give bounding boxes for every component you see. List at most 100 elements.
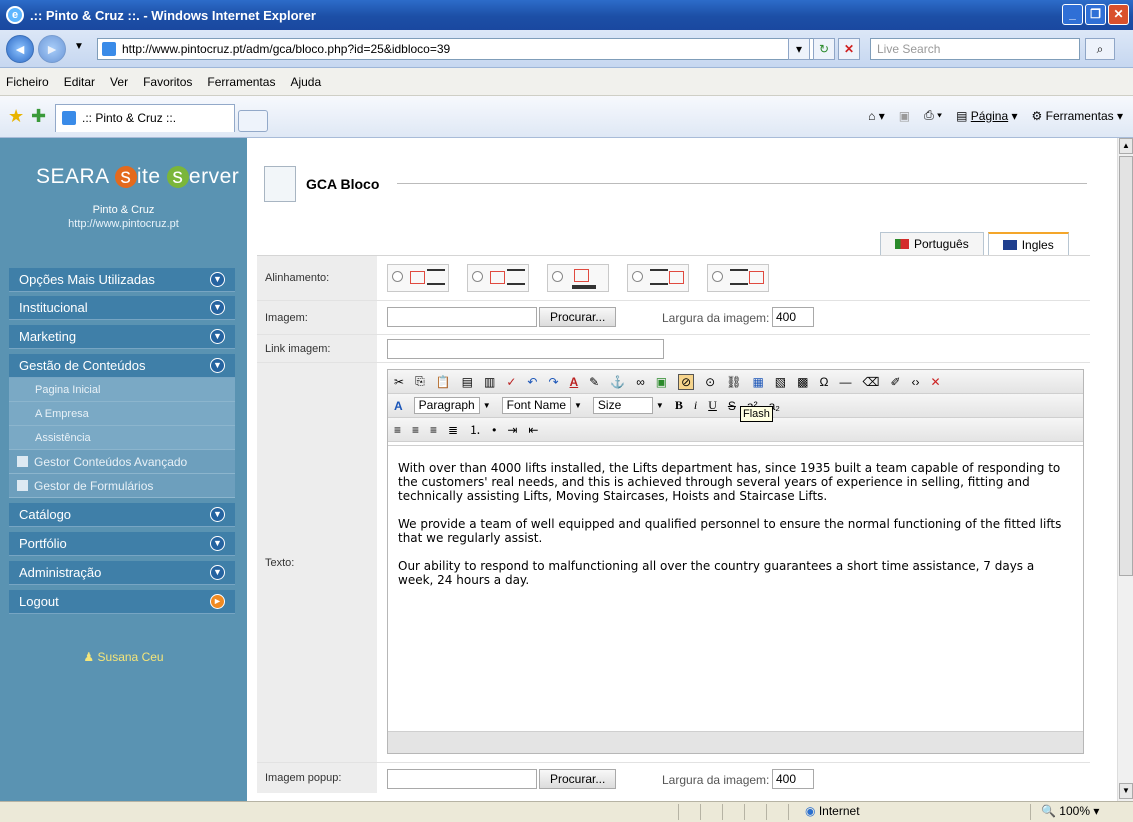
- submenu-a-empresa[interactable]: A Empresa: [9, 402, 235, 426]
- print-icon[interactable]: ⎙ ▾: [924, 108, 942, 123]
- underline-icon[interactable]: U: [708, 398, 717, 413]
- favorites-center-icon[interactable]: ★: [8, 106, 24, 127]
- menu-favoritos[interactable]: Favoritos: [143, 75, 192, 89]
- menu-opcoes[interactable]: Opções Mais Utilizadas ▼: [9, 268, 235, 292]
- menu-institucional[interactable]: Institucional ▼: [9, 296, 235, 320]
- ordered-list-icon[interactable]: ⒈: [469, 421, 481, 438]
- format-dropdown-icon[interactable]: ▼: [483, 401, 491, 410]
- feeds-icon[interactable]: ▣: [899, 109, 910, 123]
- minimize-button[interactable]: _: [1062, 4, 1083, 25]
- align-left-icon[interactable]: ≡: [394, 423, 401, 437]
- font-select[interactable]: Font Name: [501, 397, 571, 414]
- strike-icon[interactable]: S: [728, 399, 736, 413]
- remove-format-icon[interactable]: ✕: [931, 375, 941, 389]
- largura-popup-input[interactable]: [772, 769, 814, 789]
- submenu-gestor-formularios[interactable]: Gestor de Formulários: [9, 474, 235, 498]
- procurar-popup-button[interactable]: Procurar...: [539, 769, 617, 789]
- history-dropdown-icon[interactable]: ▼: [74, 41, 84, 52]
- menu-ficheiro[interactable]: Ficheiro: [6, 75, 49, 89]
- align-option-1[interactable]: [387, 264, 449, 292]
- clean-icon[interactable]: ✐: [890, 375, 900, 389]
- restore-button[interactable]: ❐: [1085, 4, 1106, 25]
- anchor-icon[interactable]: ⚓: [610, 375, 625, 389]
- security-zone[interactable]: ◉ Internet: [788, 804, 1028, 820]
- scroll-down-icon[interactable]: ▼: [1119, 783, 1133, 799]
- refresh-icon[interactable]: ↻: [813, 38, 835, 60]
- menu-portfolio[interactable]: Portfólio ▼: [9, 532, 235, 556]
- stop-icon[interactable]: ✕: [838, 38, 860, 60]
- menu-ajuda[interactable]: Ajuda: [290, 75, 321, 89]
- paste-icon[interactable]: 📋: [436, 375, 451, 389]
- edit-table-icon[interactable]: ▧: [775, 375, 786, 389]
- align-justify-icon[interactable]: ≣: [448, 423, 458, 437]
- editor-content-area[interactable]: With over than 4000 lifts installed, the…: [388, 445, 1083, 730]
- largura-input[interactable]: [772, 307, 814, 327]
- back-button[interactable]: ◄: [6, 35, 34, 63]
- align-option-4[interactable]: [627, 264, 689, 292]
- paste-word-icon[interactable]: ▥: [484, 375, 495, 389]
- font-dropdown-icon[interactable]: ▼: [574, 401, 582, 410]
- align-option-2[interactable]: [467, 264, 529, 292]
- image-icon[interactable]: ▣: [656, 375, 667, 389]
- special-char-icon[interactable]: Ω: [819, 375, 828, 389]
- new-tab-button[interactable]: [238, 110, 268, 132]
- user-name[interactable]: ♟ Susana Ceu: [0, 650, 247, 664]
- eraser-icon[interactable]: ⌫: [862, 375, 879, 389]
- menu-editar[interactable]: Editar: [64, 75, 95, 89]
- size-select[interactable]: Size: [592, 397, 653, 414]
- horizontal-rule-icon[interactable]: —: [839, 375, 851, 389]
- scroll-thumb[interactable]: [1119, 156, 1133, 576]
- bold-icon[interactable]: B: [675, 398, 683, 413]
- font-color-icon[interactable]: A: [570, 375, 579, 389]
- search-input[interactable]: Live Search: [870, 38, 1080, 60]
- submenu-pagina-inicial[interactable]: Pagina Inicial: [9, 378, 235, 402]
- unlink-icon[interactable]: ⛓: [726, 375, 741, 389]
- redo-icon[interactable]: ↷: [548, 375, 558, 389]
- menu-gestao-conteudos[interactable]: Gestão de Conteúdos ▼: [9, 354, 235, 378]
- size-dropdown-icon[interactable]: ▼: [656, 401, 664, 410]
- unordered-list-icon[interactable]: •: [492, 423, 496, 437]
- menu-marketing[interactable]: Marketing ▼: [9, 325, 235, 349]
- tools-menu[interactable]: ⚙ Ferramentas ▾: [1032, 109, 1123, 123]
- menu-catalogo[interactable]: Catálogo ▼: [9, 503, 235, 527]
- add-favorites-icon[interactable]: ✚: [31, 106, 46, 127]
- zoom-control[interactable]: 🔍 100% ▾: [1030, 804, 1130, 820]
- menu-ver[interactable]: Ver: [110, 75, 128, 89]
- media-icon[interactable]: ⊙: [705, 375, 715, 389]
- address-input[interactable]: http://www.pintocruz.pt/adm/gca/bloco.ph…: [97, 38, 832, 60]
- menu-logout[interactable]: Logout ►: [9, 590, 235, 614]
- submenu-assistencia[interactable]: Assistência: [9, 426, 235, 450]
- link-imagem-input[interactable]: [387, 339, 664, 359]
- imagem-popup-file-input[interactable]: [387, 769, 537, 789]
- page-menu[interactable]: ▤ Página ▾: [956, 109, 1017, 123]
- tab-portugues[interactable]: Português: [880, 232, 984, 256]
- grid-icon[interactable]: ▩: [797, 375, 808, 389]
- align-right-icon[interactable]: ≡: [430, 423, 437, 437]
- procurar-button[interactable]: Procurar...: [539, 307, 617, 327]
- close-button[interactable]: ✕: [1108, 4, 1129, 25]
- spellcheck-icon[interactable]: ✓: [506, 375, 516, 389]
- submenu-gestor-avancado[interactable]: Gestor Conteúdos Avançado: [9, 450, 235, 474]
- forward-button[interactable]: ►: [38, 35, 66, 63]
- indent-icon[interactable]: ⇥: [507, 423, 517, 437]
- align-option-3[interactable]: [547, 264, 609, 292]
- flash-icon[interactable]: ⊘: [678, 373, 695, 390]
- outdent-icon[interactable]: ⇤: [528, 423, 538, 437]
- copy-icon[interactable]: ⎘: [415, 374, 425, 389]
- style-icon[interactable]: A: [394, 399, 403, 413]
- table-icon[interactable]: ▦: [752, 375, 763, 389]
- format-select[interactable]: Paragraph: [413, 397, 480, 414]
- cut-icon[interactable]: ✂: [394, 375, 404, 389]
- undo-icon[interactable]: ↶: [527, 375, 537, 389]
- address-dropdown-icon[interactable]: ▾: [788, 38, 810, 60]
- paste-text-icon[interactable]: ▤: [462, 375, 473, 389]
- link-icon[interactable]: ∞: [636, 375, 645, 389]
- browser-tab[interactable]: .:: Pinto & Cruz ::.: [55, 104, 235, 132]
- imagem-file-input[interactable]: [387, 307, 537, 327]
- search-icon[interactable]: ⌕: [1085, 38, 1115, 60]
- home-icon[interactable]: ⌂ ▾: [868, 109, 885, 123]
- align-option-5[interactable]: [707, 264, 769, 292]
- menu-ferramentas[interactable]: Ferramentas: [207, 75, 275, 89]
- menu-administracao[interactable]: Administração ▼: [9, 561, 235, 585]
- align-center-icon[interactable]: ≡: [412, 423, 419, 437]
